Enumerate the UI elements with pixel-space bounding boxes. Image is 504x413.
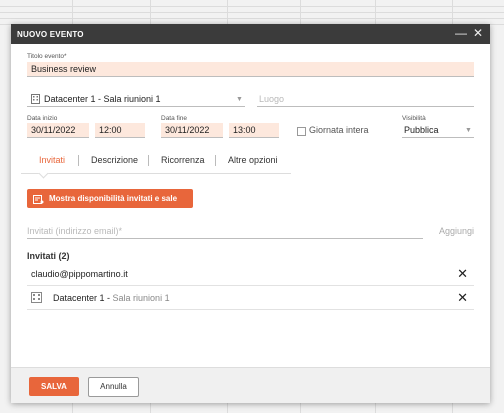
close-icon[interactable]: ✕ <box>473 26 483 40</box>
building-icon <box>31 94 40 109</box>
tab-ricorrenza[interactable]: Ricorrenza <box>161 155 205 165</box>
save-button[interactable]: SALVA <box>29 377 79 396</box>
end-time-input[interactable]: 13:00 <box>229 123 279 138</box>
active-tab-pointer <box>38 168 49 179</box>
all-day-label: Giornata intera <box>309 125 369 135</box>
invitee-detail: Sala riunioni 1 <box>112 293 170 303</box>
invitee-row: Datacenter 1 - Sala riunioni 1 ✕ <box>27 287 474 310</box>
tab-descrizione[interactable]: Descrizione <box>91 155 138 165</box>
dialog-titlebar: NUOVO EVENTO — ✕ <box>11 24 490 44</box>
invitee-name: Datacenter 1 - <box>53 293 113 303</box>
dialog-footer: SALVA Annulla <box>11 367 490 403</box>
invitee-email-input[interactable]: Invitati (indirizzo email)* <box>27 224 423 239</box>
event-title-label: Titolo evento* <box>27 53 67 60</box>
dialog-title: NUOVO EVENTO <box>17 30 84 39</box>
location-placeholder: Luogo <box>259 94 285 104</box>
tab-altre-opzioni[interactable]: Altre opzioni <box>228 155 278 165</box>
resource-select[interactable]: Datacenter 1 - Sala riunioni 1 ▼ <box>27 92 245 107</box>
location-input[interactable]: Luogo <box>257 92 474 107</box>
visibility-value: Pubblica <box>404 125 439 135</box>
tab-underline <box>21 173 291 174</box>
all-day-checkbox[interactable] <box>297 127 306 136</box>
invitee-room-row: Datacenter 1 - Sala riunioni 1 <box>53 293 170 303</box>
show-availability-button[interactable]: Mostra disponibilità invitati e sale <box>27 189 193 208</box>
show-availability-label: Mostra disponibilità invitati e sale <box>49 194 178 203</box>
visibility-label: Visibilità <box>402 115 426 122</box>
invitee-email-placeholder: Invitati (indirizzo email)* <box>27 226 123 236</box>
end-date-input[interactable]: 30/11/2022 <box>161 123 223 138</box>
invitee-name: claudio@pippomartino.it <box>31 269 128 279</box>
end-date-label: Data fine <box>161 115 188 122</box>
start-time-input[interactable]: 12:00 <box>95 123 145 138</box>
resource-value: Datacenter 1 - Sala riunioni 1 <box>44 94 161 104</box>
visibility-select[interactable]: Pubblica ▼ <box>402 123 474 138</box>
event-title-input[interactable]: Business review <box>27 62 474 77</box>
cancel-button[interactable]: Annulla <box>88 377 139 397</box>
calendar-user-icon <box>33 193 44 212</box>
start-date-input[interactable]: 30/11/2022 <box>27 123 89 138</box>
remove-invitee-icon[interactable]: ✕ <box>457 291 468 304</box>
chevron-down-icon: ▼ <box>236 96 243 103</box>
invitees-heading: Invitati (2) <box>27 251 70 261</box>
new-event-dialog: NUOVO EVENTO — ✕ Titolo evento* Business… <box>11 24 490 403</box>
add-invitee-button[interactable]: Aggiungi <box>439 226 474 236</box>
remove-invitee-icon[interactable]: ✕ <box>457 267 468 280</box>
tab-invitati[interactable]: Invitati <box>39 155 65 165</box>
building-icon <box>31 292 42 305</box>
minimize-icon[interactable]: — <box>455 26 467 40</box>
chevron-down-icon: ▼ <box>465 127 472 134</box>
invitee-row: claudio@pippomartino.it ✕ <box>27 263 474 286</box>
start-date-label: Data inizio <box>27 115 58 122</box>
